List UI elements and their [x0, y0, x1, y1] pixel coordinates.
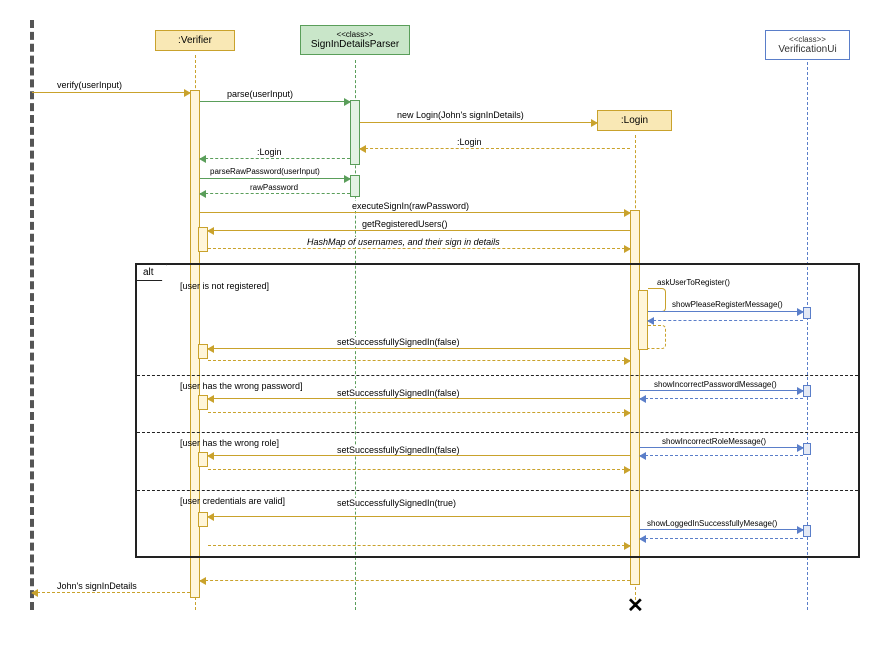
msg-retlogin2	[200, 158, 350, 159]
guard-3: [user has the wrong role]	[180, 438, 279, 448]
msg-showpwd	[640, 390, 803, 391]
label-showrole: showIncorrectRoleMessage()	[660, 437, 768, 446]
msg-setfalse2	[208, 398, 630, 399]
verifier-label: :Verifier	[178, 35, 212, 46]
msg-setfalse3	[208, 455, 630, 456]
ui-stereotype: <<class>>	[774, 35, 841, 44]
parser-stereotype: <<class>>	[309, 30, 401, 39]
label-setfalse3: setSuccessfullySignedIn(false)	[335, 445, 462, 455]
label-newlogin: new Login(John's signInDetails)	[395, 110, 526, 120]
login-head: :Login	[597, 110, 672, 131]
msg-setfalse1-ret	[208, 360, 630, 361]
alt-div-2	[137, 432, 858, 433]
msg-rawpwd	[200, 193, 350, 194]
label-rawpwd: rawPassword	[248, 183, 300, 192]
msg-showpwd-ret	[640, 398, 803, 399]
msg-ret-signin	[32, 592, 190, 593]
label-ret-signin: John's signInDetails	[55, 581, 139, 591]
msg-parseraw	[200, 178, 350, 179]
msg-setfalse2-ret	[208, 412, 630, 413]
msg-showlogged	[640, 529, 803, 530]
alt-label: alt	[136, 264, 167, 281]
ui-label: VerificationUi	[774, 44, 841, 55]
label-hashmap: HashMap of usernames, and their sign in …	[305, 237, 502, 247]
msg-verify	[32, 92, 190, 93]
parser-activation-2	[350, 175, 360, 197]
label-parseraw: parseRawPassword(userInput)	[208, 167, 322, 176]
msg-showrole	[640, 447, 803, 448]
msg-settrue	[208, 516, 630, 517]
msg-showlogged-ret	[640, 538, 803, 539]
label-setfalse1: setSuccessfullySignedIn(false)	[335, 337, 462, 347]
msg-hashmap	[208, 248, 630, 249]
label-showreg: showPleaseRegisterMessage()	[670, 300, 785, 309]
selfloop-ret	[648, 325, 666, 349]
label-getusers: getRegisteredUsers()	[360, 219, 450, 229]
label-setfalse2: setSuccessfullySignedIn(false)	[335, 388, 462, 398]
parser-label: SignInDetailsParser	[309, 39, 401, 50]
msg-newlogin	[360, 122, 597, 123]
msg-setfalse3-ret	[208, 469, 630, 470]
login-label: :Login	[621, 115, 648, 126]
msg-showreg-ret	[648, 320, 803, 321]
label-retlogin1: :Login	[455, 137, 484, 147]
alt-div-1	[137, 375, 858, 376]
label-parse: parse(userInput)	[225, 89, 295, 99]
msg-settrue-ret	[208, 545, 630, 546]
guard-2: [user has the wrong password]	[180, 381, 303, 391]
destroy-icon: ✕	[627, 593, 644, 618]
guard-4: [user credentials are valid]	[180, 496, 285, 506]
msg-showrole-ret	[640, 455, 803, 456]
label-verify: verify(userInput)	[55, 80, 124, 90]
parser-activation-1	[350, 100, 360, 165]
parser-head: <<class>> SignInDetailsParser	[300, 25, 410, 55]
label-showlogged: showLoggedInSuccessfullyMesage()	[645, 519, 779, 528]
verifier-head: :Verifier	[155, 30, 235, 51]
label-ask: askUserToRegister()	[655, 278, 732, 287]
actor-lifeline	[30, 20, 34, 610]
label-retlogin2: :Login	[255, 147, 284, 157]
selfloop-ask	[648, 288, 666, 312]
msg-setfalse1	[208, 348, 630, 349]
sequence-diagram: :Verifier <<class>> SignInDetailsParser …	[0, 0, 875, 651]
label-settrue: setSuccessfullySignedIn(true)	[335, 498, 458, 508]
alt-div-3	[137, 490, 858, 491]
msg-parse	[200, 101, 350, 102]
msg-showreg	[648, 311, 803, 312]
guard-1: [user is not registered]	[180, 281, 269, 291]
ui-head: <<class>> VerificationUi	[765, 30, 850, 60]
msg-retlogin1	[360, 148, 630, 149]
msg-retlogin-final	[200, 580, 630, 581]
msg-getusers	[208, 230, 630, 231]
label-exec: executeSignIn(rawPassword)	[350, 201, 471, 211]
msg-exec	[200, 212, 630, 213]
label-showpwd: showIncorrectPasswordMessage()	[652, 380, 779, 389]
